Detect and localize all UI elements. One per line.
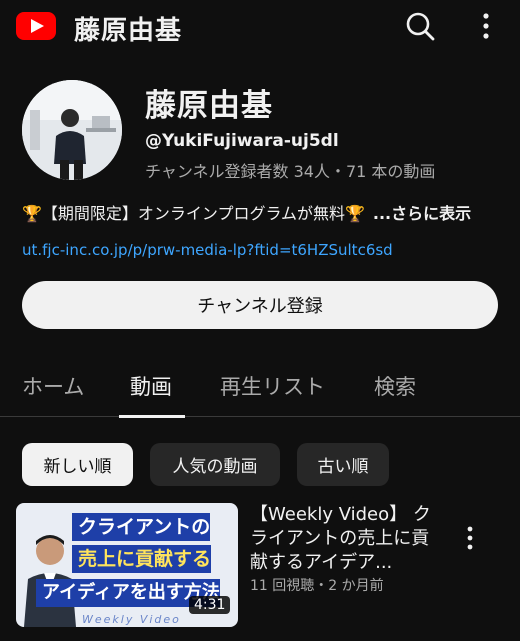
chip-newest[interactable]: 新しい順 xyxy=(22,443,133,486)
chip-oldest[interactable]: 古い順 xyxy=(297,443,389,486)
video-meta: 11 回視聴・2 か月前 xyxy=(250,578,384,594)
more-vert-icon[interactable] xyxy=(476,12,496,40)
thumbnail-line-1: クライアントの xyxy=(72,513,211,541)
channel-avatar[interactable] xyxy=(22,80,122,180)
thumbnail-line-2: 売上に貢献する xyxy=(72,545,212,573)
video-duration-badge: 4:31 xyxy=(189,596,231,614)
thumbnail-watermark: Weekly Video xyxy=(82,613,181,626)
tab-videos[interactable]: 動画 xyxy=(130,371,172,401)
channel-stats: チャンネル登録者数 34人・71 本の動画 xyxy=(145,162,436,181)
description-text: 🏆【期間限定】オンラインプログラムが無料🏆 xyxy=(22,204,365,223)
youtube-logo-icon[interactable] xyxy=(16,12,56,40)
channel-handle: @YukiFujiwara-uj5dl xyxy=(145,131,339,151)
tab-playlists[interactable]: 再生リスト xyxy=(220,371,325,401)
channel-tabs: ホーム 動画 再生リスト 検索 xyxy=(0,360,520,418)
show-more-link[interactable]: ...さらに表示 xyxy=(373,204,471,223)
topbar-title: 藤原由基 xyxy=(74,16,183,46)
channel-link[interactable]: ut.fjc-inc.co.jp/p/prw-media-lp?ftid=t6H… xyxy=(22,241,393,259)
thumbnail-person-image xyxy=(24,535,76,627)
active-tab-indicator xyxy=(119,415,185,418)
top-app-bar: 藤原由基 xyxy=(0,0,520,54)
chip-popular[interactable]: 人気の動画 xyxy=(150,443,280,486)
subscribe-button[interactable]: チャンネル登録 xyxy=(22,281,498,329)
channel-name: 藤原由基 xyxy=(145,88,273,124)
tab-home[interactable]: ホーム xyxy=(22,371,84,401)
channel-description[interactable]: 🏆【期間限定】オンラインプログラムが無料🏆 ...さらに表示 xyxy=(22,200,471,224)
video-more-icon[interactable] xyxy=(460,525,480,551)
video-title[interactable]: 【Weekly Video】 クライアントの売上に貢献するアイデア... xyxy=(250,503,440,575)
tab-search[interactable]: 検索 xyxy=(374,371,416,401)
search-icon[interactable] xyxy=(404,10,436,42)
